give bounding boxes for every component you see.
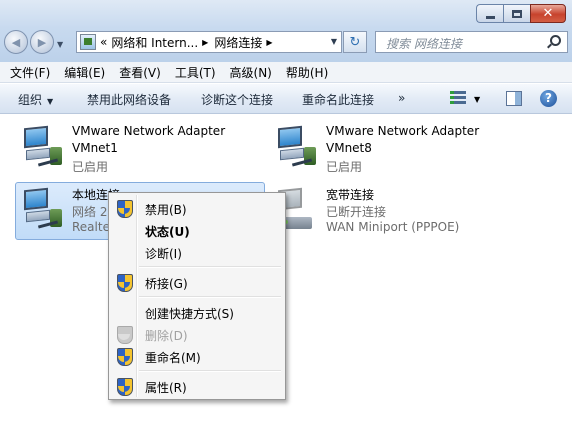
refresh-icon: ↻: [349, 34, 361, 50]
menu-separator: [139, 296, 281, 298]
connections-list: VMware Network Adapter VMnet1 已启用 VMware…: [0, 115, 572, 441]
menu-item-bridge[interactable]: 桥接(G): [111, 271, 283, 293]
address-overflow[interactable]: «: [100, 35, 107, 49]
address-bar[interactable]: « 网络和 Intern... ▶ 网络连接 ▶ ▼: [76, 31, 342, 53]
shield-icon: [117, 200, 133, 218]
maximize-icon: [512, 9, 522, 18]
connection-name: VMware Network Adapter: [326, 124, 480, 138]
minimize-icon: [485, 15, 495, 19]
maximize-button[interactable]: [503, 4, 530, 23]
change-view-icon[interactable]: [450, 91, 466, 107]
breadcrumb-separator-icon[interactable]: ▶: [266, 38, 272, 47]
connection-device: VMnet1: [72, 141, 118, 155]
connection-vmnet8[interactable]: VMware Network Adapter VMnet8 已启用: [270, 121, 522, 177]
menu-item-label: 属性(R): [145, 381, 187, 395]
shield-icon: [117, 378, 133, 396]
network-adapter-icon: [22, 125, 66, 171]
shield-icon: [117, 348, 133, 366]
connection-vmnet1[interactable]: VMware Network Adapter VMnet1 已启用: [16, 121, 268, 177]
breadcrumb-network-internet[interactable]: 网络和 Intern...: [111, 34, 198, 51]
command-bar: 组织 ▼ 禁用此网络设备 诊断这个连接 重命名此连接 » ▼ ?: [0, 84, 572, 114]
back-arrow-icon: ◀: [11, 35, 21, 49]
menu-edit[interactable]: 编辑(E): [64, 64, 105, 81]
shield-icon: [117, 274, 133, 292]
recent-pages-dropdown[interactable]: ▼: [57, 40, 63, 49]
menu-separator: [139, 370, 281, 372]
menu-item-label: 创建快捷方式(S): [145, 307, 234, 321]
view-options-dropdown-icon[interactable]: ▼: [474, 95, 480, 104]
menu-item-create-shortcut[interactable]: 创建快捷方式(S): [111, 301, 283, 323]
organize-label: 组织: [18, 93, 43, 107]
control-panel-icon: [80, 34, 96, 50]
shield-icon: [117, 326, 133, 344]
minimize-button[interactable]: [476, 4, 503, 23]
search-icon[interactable]: [550, 35, 561, 46]
diagnose-button[interactable]: 诊断这个连接: [201, 91, 273, 108]
network-adapter-icon: [22, 187, 66, 233]
forward-arrow-icon: ▶: [37, 35, 47, 49]
menu-bar: 文件(F) 编辑(E) 查看(V) 工具(T) 高级(N) 帮助(H): [0, 62, 572, 83]
close-button[interactable]: ✕: [530, 4, 566, 23]
forward-button[interactable]: ▶: [30, 30, 54, 54]
menu-separator: [139, 266, 281, 268]
menu-tools[interactable]: 工具(T): [175, 64, 216, 81]
rename-connection-button[interactable]: 重命名此连接: [302, 91, 374, 108]
menu-advanced[interactable]: 高级(N): [230, 64, 272, 81]
connection-device: WAN Miniport (PPPOE): [326, 220, 460, 234]
menu-item-label: 禁用(B): [145, 203, 187, 217]
help-icon[interactable]: ?: [540, 90, 557, 107]
connection-name: 宽带连接: [326, 188, 375, 202]
connection-status: 已启用: [326, 160, 363, 174]
search-input[interactable]: 搜索 网络连接: [375, 31, 568, 53]
breadcrumb-separator-icon[interactable]: ▶: [202, 38, 208, 47]
connection-broadband[interactable]: 宽带连接 已断开连接 WAN Miniport (PPPOE): [270, 183, 522, 239]
menu-item-label: 删除(D): [145, 329, 188, 343]
explorer-window: ✕ ◀ ▶ ▼ « 网络和 Intern... ▶ 网络连接 ▶ ▼ ↻ 搜索 …: [0, 0, 572, 441]
menu-item-label: 诊断(I): [145, 247, 182, 261]
title-bar: ✕ ◀ ▶ ▼ « 网络和 Intern... ▶ 网络连接 ▶ ▼ ↻ 搜索 …: [0, 0, 572, 62]
menu-item-label: 重命名(M): [145, 351, 201, 365]
menu-item-properties[interactable]: 属性(R): [111, 375, 283, 397]
chevron-down-icon: ▼: [47, 97, 54, 106]
connection-device: VMnet8: [326, 141, 372, 155]
menu-item-delete: 删除(D): [111, 323, 283, 345]
menu-item-label: 桥接(G): [145, 277, 188, 291]
breadcrumb-network-connections[interactable]: 网络连接: [214, 34, 262, 51]
menu-view[interactable]: 查看(V): [119, 64, 161, 81]
disable-device-button[interactable]: 禁用此网络设备: [87, 91, 171, 108]
connection-name: VMware Network Adapter: [72, 124, 226, 138]
context-menu: 禁用(B) 状态(U) 诊断(I) 桥接(G) 创建快捷方式(S) 删除(D) …: [108, 192, 286, 400]
menu-item-status[interactable]: 状态(U): [111, 219, 283, 241]
refresh-button[interactable]: ↻: [343, 31, 367, 53]
menu-item-rename[interactable]: 重命名(M): [111, 345, 283, 367]
back-button[interactable]: ◀: [4, 30, 28, 54]
menu-help[interactable]: 帮助(H): [286, 64, 328, 81]
network-adapter-icon: [276, 125, 320, 171]
menu-item-diagnose[interactable]: 诊断(I): [111, 241, 283, 263]
more-commands-button[interactable]: »: [398, 91, 405, 105]
organize-button[interactable]: 组织 ▼: [18, 91, 53, 108]
close-icon: ✕: [542, 6, 554, 21]
menu-item-disable[interactable]: 禁用(B): [111, 197, 283, 219]
connection-status: 已启用: [72, 160, 109, 174]
menu-item-label: 状态(U): [145, 225, 190, 239]
connection-network: 网络 2: [72, 205, 108, 219]
preview-pane-icon[interactable]: [506, 91, 522, 106]
connection-device: Realte: [72, 220, 110, 234]
connection-status: 已断开连接: [326, 205, 387, 219]
window-controls: ✕: [476, 4, 566, 23]
menu-file[interactable]: 文件(F): [10, 64, 50, 81]
search-placeholder: 搜索 网络连接: [386, 37, 462, 51]
address-dropdown-icon[interactable]: ▼: [331, 37, 337, 46]
